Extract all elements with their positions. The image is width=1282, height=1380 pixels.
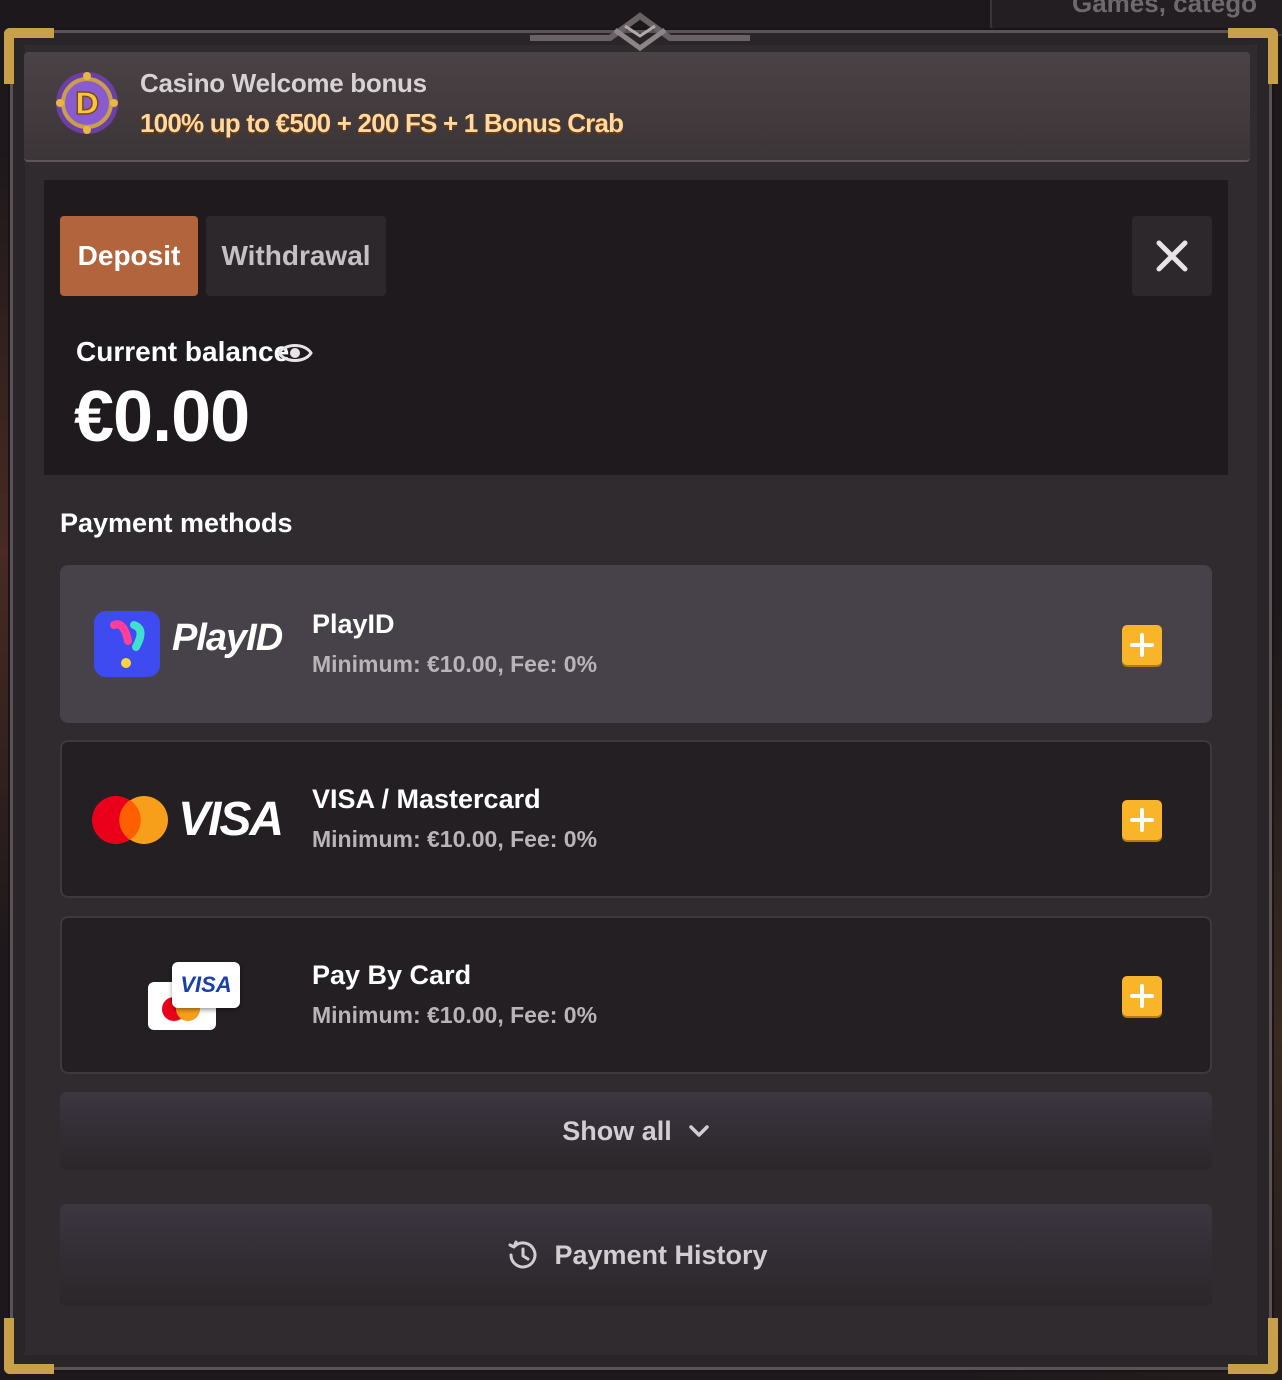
bonus-coin-icon: D: [56, 72, 118, 134]
banner-title: Casino Welcome bonus: [140, 68, 427, 98]
playid-logo: PlayID: [90, 607, 300, 683]
playid-app-icon: [94, 611, 160, 677]
visa-card-icon: VISA: [172, 962, 240, 1008]
balance-panel: Deposit Withdrawal Current balance €0.00: [44, 180, 1228, 475]
mastercard-icon: [92, 796, 168, 844]
payment-method-name: Pay By Card: [312, 960, 472, 990]
payment-method-name: VISA / Mastercard: [312, 784, 541, 814]
show-all-label: Show all: [562, 1115, 672, 1146]
history-icon: [508, 1240, 537, 1269]
frame-corner-bottom-left: [4, 1318, 54, 1374]
payment-method-playid[interactable]: PlayID PlayID Minimum: €10.00, Fee: 0%: [60, 565, 1212, 723]
add-visa-mastercard-button[interactable]: [1122, 800, 1162, 840]
payment-history-button[interactable]: Payment History: [60, 1204, 1212, 1306]
visa-logo-text: VISA: [178, 793, 284, 846]
payment-history-label: Payment History: [554, 1239, 768, 1270]
close-button[interactable]: [1132, 216, 1212, 296]
show-all-button[interactable]: Show all: [60, 1092, 1212, 1170]
balance-value: €0.00: [74, 377, 250, 457]
welcome-bonus-banner[interactable]: D Casino Welcome bonus 100% up to €500 +…: [24, 52, 1250, 162]
payment-method-info: Minimum: €10.00, Fee: 0%: [312, 826, 598, 852]
frame-ornament-icon: [530, 12, 750, 52]
background-search-text: Games, catego: [1072, 0, 1257, 18]
playid-logo-text: PlayID: [172, 617, 283, 659]
visa-mastercard-logo: VISA: [90, 782, 300, 858]
payment-method-name: PlayID: [312, 609, 395, 639]
payment-method-pay-by-card[interactable]: VISA Pay By Card Minimum: €10.00, Fee: 0…: [60, 916, 1212, 1074]
payment-methods-title: Payment methods: [60, 508, 293, 538]
visa-card-text: VISA: [180, 972, 232, 997]
balance-label: Current balance: [76, 336, 290, 367]
chevron-down-icon: [689, 1125, 709, 1137]
frame-corner-bottom-right: [1228, 1318, 1278, 1374]
close-icon: [1156, 240, 1188, 272]
pay-by-card-logo: VISA: [90, 958, 300, 1034]
payment-method-info: Minimum: €10.00, Fee: 0%: [312, 651, 598, 677]
add-pay-by-card-button[interactable]: [1122, 976, 1162, 1016]
svg-text:D: D: [75, 87, 100, 122]
tab-deposit[interactable]: Deposit: [60, 216, 198, 296]
payment-method-info: Minimum: €10.00, Fee: 0%: [312, 1002, 598, 1028]
add-playid-button[interactable]: [1122, 625, 1162, 665]
eye-icon[interactable]: [276, 334, 314, 372]
payment-method-visa-mastercard[interactable]: VISA VISA / Mastercard Minimum: €10.00, …: [60, 740, 1212, 898]
tab-withdrawal[interactable]: Withdrawal: [206, 216, 386, 296]
banner-offer: 100% up to €500 + 200 FS + 1 Bonus Crab: [140, 108, 624, 138]
